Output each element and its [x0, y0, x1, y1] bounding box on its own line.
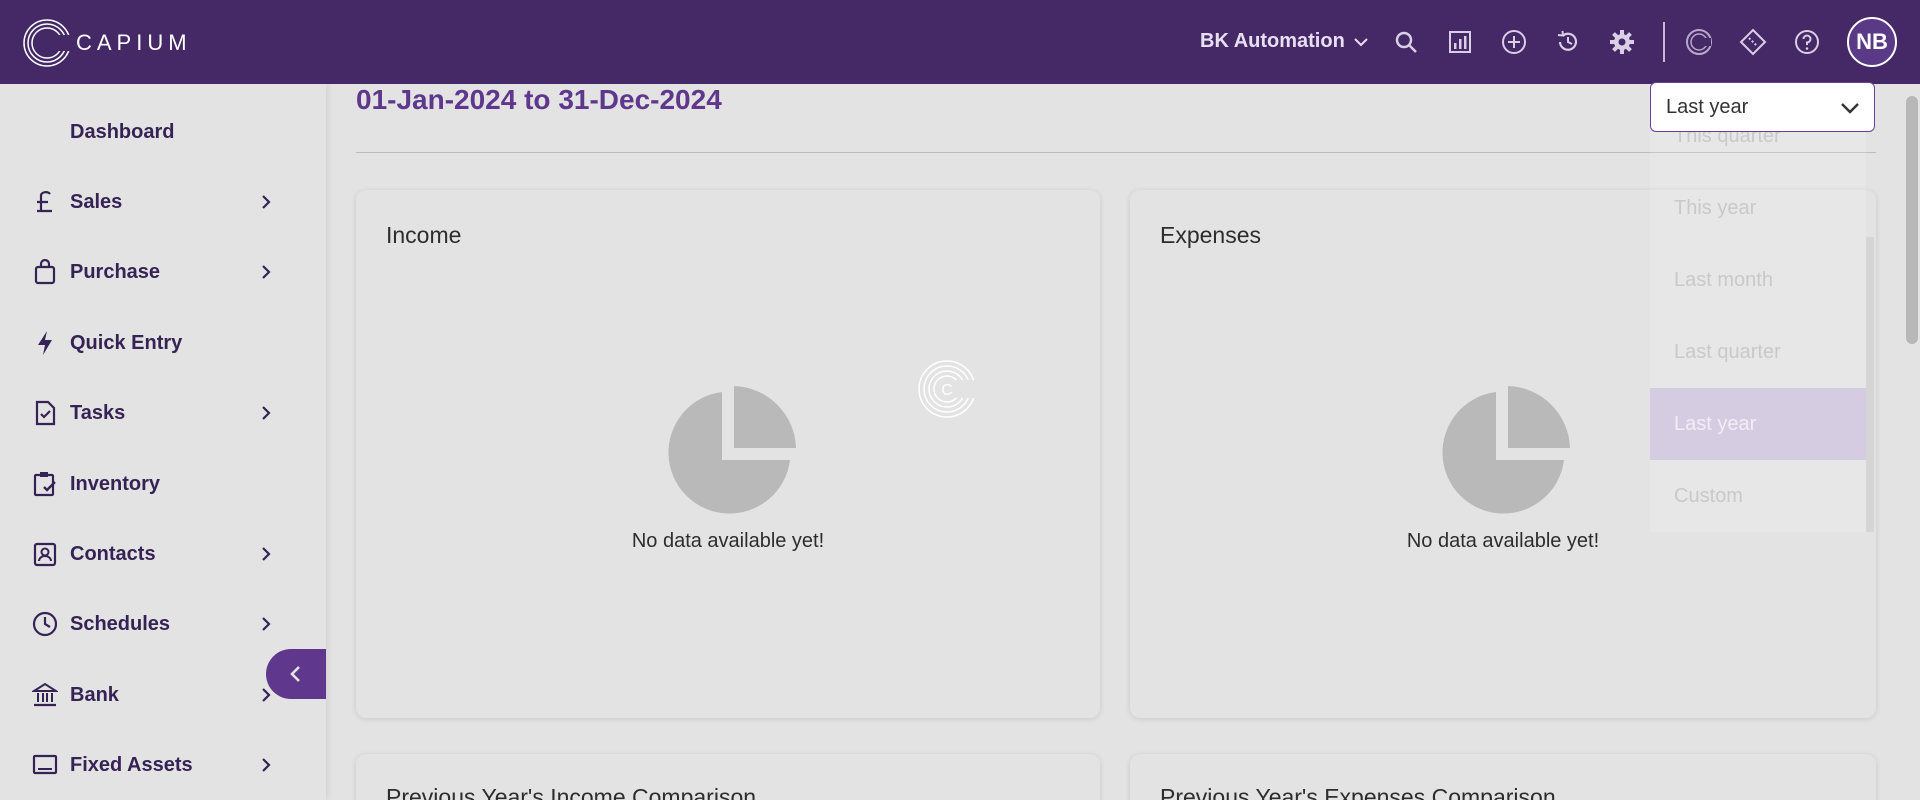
page-scrollbar[interactable]: [1906, 96, 1918, 344]
organisation-name: BK Automation: [1200, 30, 1345, 52]
period-option[interactable]: Last quarter: [1650, 316, 1866, 388]
history-icon[interactable]: [1552, 26, 1584, 58]
period-options-menu: This quarter This year Last month Last q…: [1650, 132, 1866, 532]
capium-logo[interactable]: CAPIUM: [22, 18, 192, 68]
organisation-switcher[interactable]: BK Automation: [1200, 30, 1369, 53]
capium-logo-icon: [23, 19, 71, 67]
ticket-icon[interactable]: [1737, 26, 1769, 58]
period-select[interactable]: Last year: [1650, 82, 1875, 132]
chevron-down-icon: [1841, 103, 1859, 114]
loading-spinner-icon: C: [918, 360, 978, 418]
period-option[interactable]: Custom: [1650, 460, 1866, 532]
brand-name: CAPIUM: [76, 30, 192, 55]
settings-icon[interactable]: [1606, 26, 1638, 58]
period-option[interactable]: This quarter: [1650, 132, 1866, 172]
period-option-selected[interactable]: Last year: [1650, 388, 1866, 460]
period-option[interactable]: This year: [1650, 172, 1866, 244]
top-navbar: CAPIUM BK Automation NB: [0, 0, 1920, 84]
add-icon[interactable]: [1498, 26, 1530, 58]
loading-overlay: [0, 84, 1920, 800]
chevron-down-icon: [1354, 37, 1368, 46]
help-icon[interactable]: [1791, 26, 1823, 58]
period-select-value: Last year: [1666, 95, 1749, 118]
header-divider: [1663, 22, 1665, 62]
menu-scrollbar[interactable]: [1866, 237, 1874, 532]
reports-icon[interactable]: [1444, 26, 1476, 58]
svg-text:C: C: [941, 382, 953, 399]
search-icon[interactable]: [1390, 26, 1422, 58]
user-avatar[interactable]: NB: [1847, 17, 1897, 67]
capium-apps-icon[interactable]: [1683, 26, 1715, 58]
period-option[interactable]: Last month: [1650, 244, 1866, 316]
